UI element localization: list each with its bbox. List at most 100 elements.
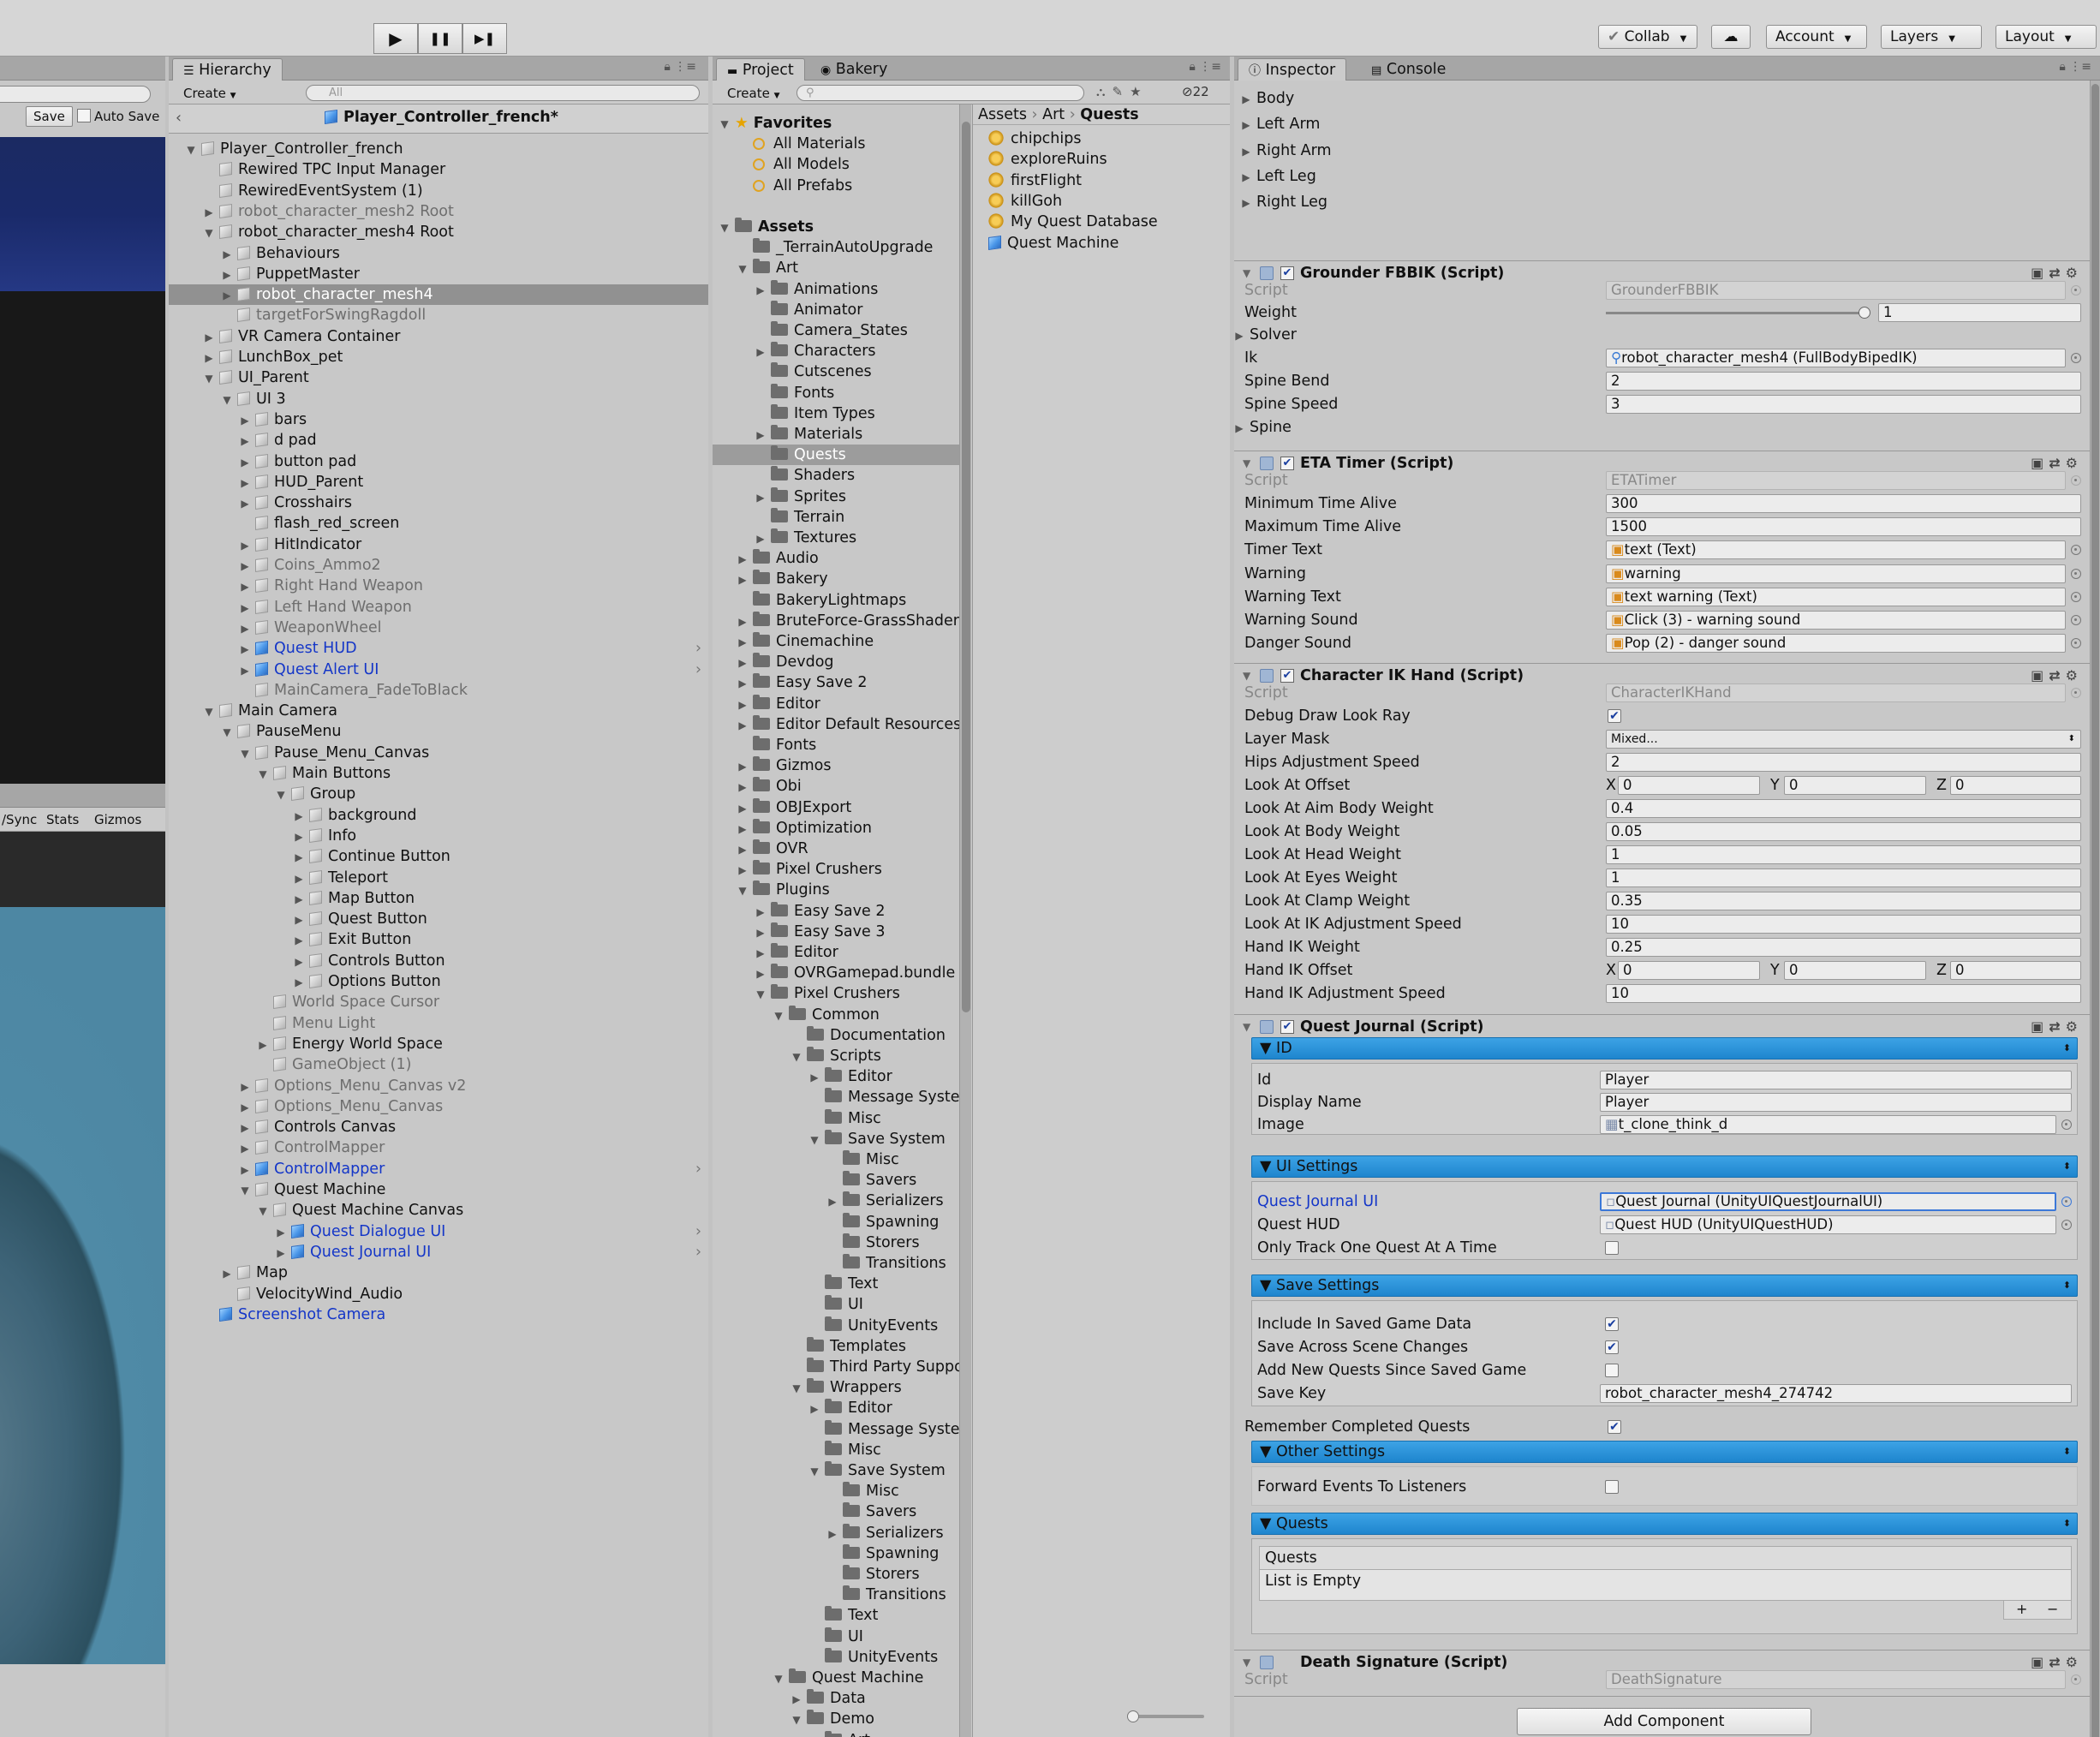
expand-arrow-icon[interactable]: ▼ [736,880,749,901]
zoom-slider-thumb[interactable] [1127,1710,1139,1722]
project-folder-item[interactable]: ▶ Art [713,1730,959,1737]
layers-dropdown[interactable]: Layers ▼ [1881,25,1982,49]
solver-row[interactable]: ▶ Solver [1235,324,2081,346]
look-offset-x[interactable]: 0 [1618,776,1760,795]
bone-item[interactable]: ▶ Left Arm [1239,113,2081,135]
project-folder-item[interactable]: ▶ Materials [713,424,959,445]
collapse-arrow-icon[interactable]: ▶ [238,660,252,681]
hidden-count-badge[interactable]: ⊘22 [1182,84,1209,99]
lock-icon[interactable]: 🔒︎ ⋮≡ [664,60,696,74]
spine-speed-field[interactable]: 3 [1606,395,2081,414]
hierarchy-item[interactable]: VelocityWind_Audio [169,1284,708,1304]
expand-arrow-icon[interactable]: ▶ [736,756,749,777]
project-folder-item[interactable]: ▶ Serializers [713,1191,959,1211]
weight-field[interactable]: 1 [1878,303,2081,322]
prefab-open-arrow-icon[interactable]: › [695,638,701,659]
expand-arrow-icon[interactable]: ▶ [736,839,749,860]
hierarchy-item[interactable]: ▼ UI 3 [169,389,708,409]
tab-hierarchy[interactable]: ☰ Hierarchy [172,58,283,81]
hand-offset-z[interactable]: 0 [1950,961,2081,980]
field-value[interactable]: 1 [1606,868,2081,887]
vsync-toggle[interactable]: /Sync [2,808,37,832]
hierarchy-item[interactable]: Menu Light [169,1013,708,1034]
debug-ray-checkbox[interactable]: ✔ [1608,709,1621,723]
hierarchy-item[interactable]: ▶ HitIndicator [169,534,708,555]
hierarchy-item[interactable]: RewiredEventSystem (1) [169,181,708,201]
hierarchy-item[interactable]: ▼ Quest Machine Canvas [169,1200,708,1221]
enabled-checkbox[interactable]: ✔ [1280,669,1294,683]
hierarchy-item[interactable]: ▶ Crosshairs [169,492,708,513]
hierarchy-item[interactable]: ▶ d pad [169,430,708,451]
project-folder-item[interactable]: ▶ Devdog [713,652,959,672]
hierarchy-item[interactable]: ▶ Continue Button [169,846,708,867]
expand-arrow-icon[interactable]: ▶ [808,1399,821,1419]
project-folder-item[interactable]: ▼ Pixel Crushers [713,983,959,1004]
field-value[interactable]: ▣Click (3) - warning sound [1606,611,2066,630]
project-folder-item[interactable]: ▶ Optimization [713,818,959,839]
expand-arrow-icon[interactable]: ▶ [826,1191,839,1212]
expand-arrow-icon[interactable]: ▶ [808,1067,821,1088]
collapse-arrow-icon[interactable]: ▶ [202,202,216,223]
project-folder-item[interactable]: ▼ Wrappers [713,1377,959,1398]
object-picker-icon[interactable] [2061,1197,2072,1207]
stats-toggle[interactable]: Stats [46,808,79,832]
collapse-arrow-icon[interactable]: ▶ [238,1097,252,1118]
layout-dropdown[interactable]: Layout ▼ [1996,25,2097,49]
project-search-input[interactable]: ⚲ [796,85,1084,101]
collapse-arrow-icon[interactable]: ▶ [292,930,306,951]
asset-item[interactable]: exploreRuins [988,149,1107,170]
hierarchy-item[interactable]: ▶ Coins_Ammo2 [169,555,708,576]
filter-icons[interactable]: ⛬✎★ [1096,84,1148,99]
project-folder-item[interactable]: Quests [713,445,959,466]
prefab-open-arrow-icon[interactable]: › [695,1242,701,1262]
scene-search[interactable] [0,86,151,103]
collapse-arrow-icon[interactable]: ▶ [220,1263,234,1284]
project-folder-item[interactable]: All Materials [713,134,959,154]
expand-arrow-icon[interactable]: ▼ [808,1130,821,1150]
project-folder-item[interactable]: Spawning [713,1212,959,1233]
cloud-button[interactable]: ☁ [1711,25,1751,49]
bone-item[interactable]: ▶ Body [1239,87,2081,110]
enabled-checkbox[interactable]: ✔ [1280,1020,1294,1034]
collapse-arrow-icon[interactable]: ▶ [238,535,252,556]
expand-arrow-icon[interactable]: ▼ [808,1461,821,1482]
step-button[interactable]: ▶❚ [462,23,507,54]
weight-slider-thumb[interactable] [1858,307,1870,319]
hierarchy-item[interactable]: ▶ Options_Menu_Canvas [169,1096,708,1117]
project-folder-item[interactable]: ▶ Editor [713,942,959,963]
project-folder-item[interactable]: ▼ Art [713,258,959,278]
project-folder-item[interactable]: ▼ Common [713,1005,959,1025]
field-value[interactable]: 10 [1606,915,2081,934]
expand-arrow-icon[interactable]: ▶ [736,798,749,819]
other-settings-bar[interactable]: ▼ Other Settings ⬍ [1251,1441,2078,1463]
collapse-arrow-icon[interactable]: ▶ [238,618,252,639]
expand-arrow-icon[interactable]: ▶ [754,342,767,362]
hierarchy-search-input[interactable]: All [306,85,700,101]
collapse-arrow-icon[interactable]: ▶ [292,952,306,972]
project-folder-item[interactable]: Templates [713,1336,959,1357]
collapse-arrow-icon[interactable]: ▶ [238,493,252,514]
expand-arrow-icon[interactable]: ▼ [772,1668,785,1689]
collapse-arrow-icon[interactable]: ▶ [238,1160,252,1180]
collapse-arrow-icon[interactable]: ▶ [220,244,234,265]
hierarchy-item[interactable]: ▶ Info [169,826,708,846]
ui-settings-bar[interactable]: ▼ UI Settings ⬍ [1251,1155,2078,1178]
hierarchy-item[interactable]: Screenshot Camera [169,1304,708,1325]
collapse-arrow-icon[interactable]: ▶ [238,1138,252,1159]
object-picker-icon[interactable] [2071,353,2081,363]
hierarchy-item[interactable]: ▶ Quest Journal UI › [169,1242,708,1262]
remember-checkbox[interactable]: ✔ [1608,1420,1621,1434]
expand-arrow-icon[interactable]: ▶ [754,922,767,943]
layer-mask-dropdown[interactable]: Mixed... ⬍ [1606,730,2081,749]
hierarchy-item[interactable]: ▶ PuppetMaster [169,264,708,284]
project-folder-item[interactable]: ▶ BruteForce-GrassShader [713,611,959,631]
save-settings-bar[interactable]: ▼ Save Settings ⬍ [1251,1274,2078,1297]
expand-arrow-icon[interactable]: ▼ [790,1378,803,1399]
collapse-arrow-icon[interactable]: ▶ [238,431,252,451]
object-picker-icon[interactable] [2071,545,2081,556]
expand-arrow-icon[interactable]: ▶ [754,528,767,549]
collapse-arrow-icon[interactable]: ▶ [292,868,306,889]
expand-arrow-icon[interactable]: ▶ [736,549,749,570]
inspector-scrollbar[interactable] [2090,81,2100,1737]
project-folder-item[interactable]: ▼ Save System [713,1460,959,1481]
